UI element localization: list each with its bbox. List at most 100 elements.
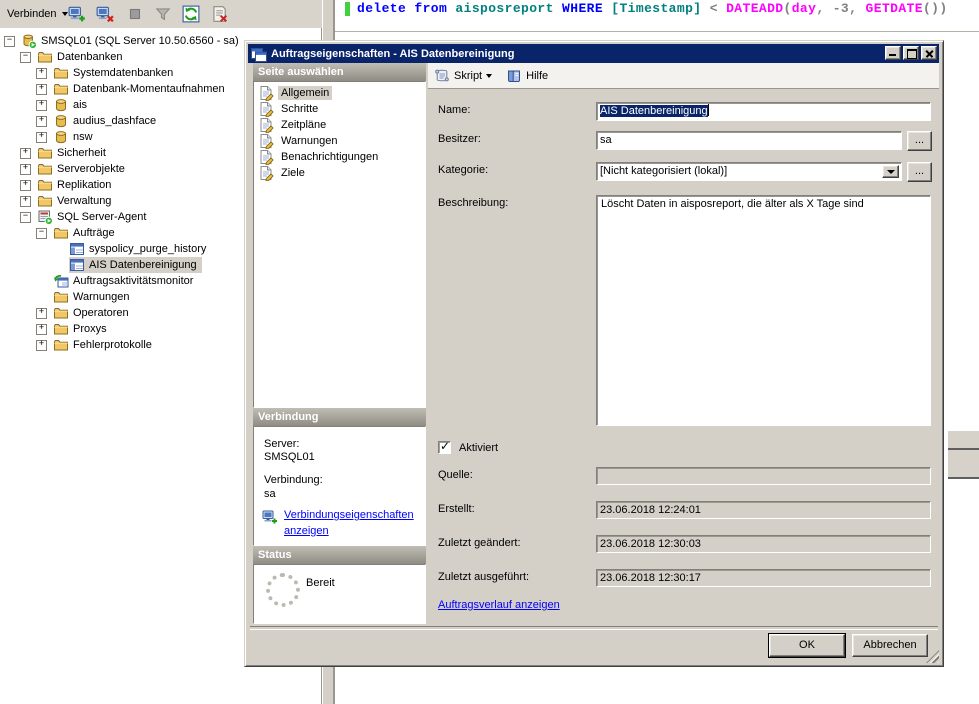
dialog-toolbar: Skript Hilfe [428, 63, 939, 89]
last-modified-field: 23.06.2018 12:30:03 [596, 535, 931, 553]
tree-item-label: audius_dashface [72, 114, 159, 128]
help-button[interactable]: Hilfe [506, 68, 548, 84]
cancel-button[interactable]: Abbrechen [852, 634, 928, 657]
script-dropdown-button[interactable]: Skript [434, 68, 492, 84]
connection-header: Verbindung [253, 408, 426, 426]
query-token: aisposreport [455, 1, 562, 16]
close-button[interactable] [921, 46, 937, 60]
page-item-schritte[interactable]: Schritte [254, 101, 425, 117]
tree-item-label: Verwaltung [56, 194, 114, 208]
refresh-icon [182, 5, 200, 23]
db-icon [53, 129, 69, 145]
connect-object-button[interactable] [64, 2, 90, 26]
page-item-allgemein[interactable]: Allgemein [254, 85, 425, 101]
db-icon [53, 113, 69, 129]
page-item-zeitpläne[interactable]: Zeitpläne [254, 117, 425, 133]
select-page-header: Seite auswählen [253, 63, 426, 81]
category-browse-button[interactable]: ... [907, 162, 932, 182]
page-item-benachrichtigungen[interactable]: Benachrichtigungen [254, 149, 425, 165]
folder-icon [37, 177, 53, 193]
query-token: ()) [923, 1, 948, 16]
page-item-warnungen[interactable]: Warnungen [254, 133, 425, 149]
expand-icon[interactable]: + [36, 84, 47, 95]
expand-icon[interactable]: + [36, 68, 47, 79]
query-token: WHERE [562, 1, 611, 16]
disconnect-button[interactable] [92, 2, 118, 26]
tree-item-label: AIS Datenbereinigung [88, 258, 200, 272]
expand-icon[interactable]: + [36, 100, 47, 111]
separator [250, 626, 938, 630]
page-item-ziele[interactable]: Ziele [254, 165, 425, 181]
owner-input[interactable]: sa [596, 131, 902, 150]
expand-icon[interactable]: + [36, 132, 47, 143]
folder-icon [37, 161, 53, 177]
description-textarea[interactable]: Löscht Daten in aisposreport, die älter … [596, 195, 931, 426]
page-item-label: Ziele [278, 166, 308, 180]
filter-icon [154, 5, 172, 23]
query-token: DATEADD [726, 1, 783, 16]
folder-icon [53, 289, 69, 305]
script-error-icon [210, 5, 228, 23]
collapse-icon[interactable]: − [4, 36, 15, 47]
expand-icon[interactable]: + [20, 148, 31, 159]
minimize-icon [889, 54, 896, 56]
owner-browse-button[interactable]: ... [907, 131, 932, 151]
page-list: AllgemeinSchritteZeitpläneWarnungenBenac… [253, 81, 426, 408]
ok-button[interactable]: OK [769, 634, 845, 657]
collapse-icon[interactable]: − [20, 212, 31, 223]
folder-icon [53, 337, 69, 353]
query-token: < [710, 1, 726, 16]
connection-properties-link-line2[interactable]: anzeigen [284, 525, 329, 537]
collapse-icon[interactable]: − [20, 52, 31, 63]
disconnect-icon [96, 5, 114, 23]
tree-item-label: SQL Server-Agent [56, 210, 149, 224]
refresh-button[interactable] [178, 2, 204, 26]
name-input[interactable]: AIS Datenbereinigung [596, 102, 931, 121]
created-label: Erstellt: [438, 503, 475, 515]
minimize-button[interactable] [885, 46, 901, 60]
expand-icon[interactable]: + [20, 180, 31, 191]
collapse-icon[interactable]: − [36, 228, 47, 239]
stop-button[interactable] [122, 2, 148, 26]
page-pencil-icon [258, 101, 274, 117]
server-value: SMSQL01 [264, 451, 315, 463]
script-error-button[interactable] [206, 2, 232, 26]
text-caret [708, 104, 709, 116]
combo-dropdown-button[interactable] [882, 165, 899, 178]
created-field: 23.06.2018 12:24:01 [596, 501, 931, 519]
ssms-window: Verbinden −SMSQL01 (SQL Server 10.50.656… [0, 0, 979, 704]
category-select[interactable]: [Nicht kategorisiert (lokal)] [596, 162, 902, 181]
maximize-button[interactable] [903, 46, 919, 60]
category-selected-value: [Nicht kategorisiert (lokal)] [600, 165, 727, 177]
status-header: Status [253, 546, 426, 564]
expand-icon[interactable]: + [36, 324, 47, 335]
expand-icon[interactable]: + [20, 164, 31, 175]
page-pencil-icon [258, 85, 274, 101]
connect-dropdown-button[interactable]: Verbinden [2, 2, 73, 26]
job-history-link[interactable]: Auftragsverlauf anzeigen [438, 599, 560, 611]
connection-value: sa [264, 488, 276, 500]
dialog-title: Auftragseigenschaften - AIS Datenbereini… [271, 48, 514, 60]
folder-icon [37, 193, 53, 209]
last-executed-label: Zuletzt ausgeführt: [438, 571, 529, 583]
help-button-label: Hilfe [526, 70, 548, 82]
background-panel-band [948, 450, 979, 479]
page-item-label: Benachrichtigungen [278, 150, 381, 164]
tree-item-label: Aufträge [72, 226, 118, 240]
query-token: day [792, 1, 817, 16]
tree-item-label: Systemdatenbanken [72, 66, 176, 80]
expand-icon[interactable]: + [36, 308, 47, 319]
connection-properties-link[interactable]: Verbindungseigenschaften [284, 509, 414, 521]
connect-icon [68, 5, 86, 23]
enabled-checkbox[interactable]: ✓ [438, 441, 451, 454]
query-token: ( [784, 1, 792, 16]
expand-icon[interactable]: + [20, 196, 31, 207]
dialog-titlebar[interactable]: Auftragseigenschaften - AIS Datenbereini… [248, 44, 939, 63]
db-icon [53, 97, 69, 113]
expand-icon[interactable]: + [36, 340, 47, 351]
filter-button[interactable] [150, 2, 176, 26]
page-item-label: Schritte [278, 102, 321, 116]
tree-item-label: nsw [72, 130, 96, 144]
expand-icon[interactable]: + [36, 116, 47, 127]
folder-icon [53, 305, 69, 321]
